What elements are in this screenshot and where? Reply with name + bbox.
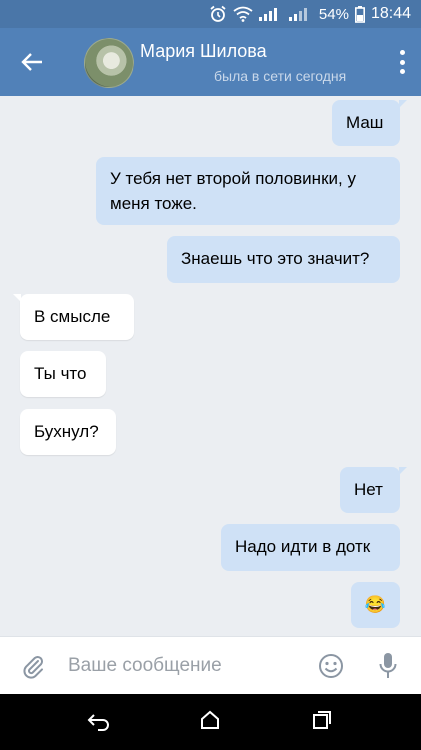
- wifi-icon: [233, 6, 253, 22]
- message-input[interactable]: [66, 650, 300, 682]
- more-options-button[interactable]: [397, 50, 407, 74]
- back-button[interactable]: [14, 46, 50, 78]
- message-text: У тебя нет второй половинки, у меня тоже…: [110, 169, 356, 213]
- status-bar: 54% 18:44: [0, 0, 421, 28]
- message-text: Маш: [346, 113, 384, 132]
- message-text: Знаешь что это значит?: [181, 249, 370, 268]
- more-vertical-icon: [399, 50, 405, 55]
- chat-header: Мария Шилова была в сети сегодня: [0, 28, 421, 96]
- message-outgoing[interactable]: Знаешь что это значит?: [167, 236, 400, 283]
- message-text: Надо идти в дотк: [235, 537, 371, 556]
- message-list[interactable]: Маш У тебя нет второй половинки, у меня …: [0, 96, 421, 636]
- message-outgoing[interactable]: Надо идти в дотк: [221, 524, 400, 571]
- message-incoming[interactable]: Бухнул?: [20, 409, 116, 455]
- message-outgoing[interactable]: Нет: [340, 467, 407, 513]
- contact-status: была в сети сегодня: [214, 68, 347, 84]
- alarm-icon: [210, 5, 226, 22]
- message-outgoing[interactable]: У тебя нет второй половинки, у меня тоже…: [96, 157, 400, 225]
- message-outgoing[interactable]: 😂: [351, 582, 400, 628]
- system-navigation-bar: [0, 694, 421, 750]
- nav-recent-icon[interactable]: [312, 710, 332, 730]
- back-arrow-icon: [21, 53, 42, 71]
- battery-icon: [354, 5, 365, 23]
- message-text: Ты что: [34, 364, 87, 383]
- message-composer: [0, 636, 421, 695]
- avatar[interactable]: [84, 38, 134, 88]
- signal-icon: [288, 8, 307, 21]
- nav-back-icon[interactable]: [86, 711, 110, 731]
- emoji-icon[interactable]: [318, 653, 344, 679]
- contact-name[interactable]: Мария Шилова: [140, 41, 267, 62]
- signal-icon: [258, 8, 277, 21]
- message-text: В смысле: [34, 307, 111, 326]
- message-outgoing[interactable]: Маш: [332, 100, 407, 146]
- battery-percent: 54%: [318, 5, 349, 23]
- message-text: Бухнул?: [34, 422, 99, 441]
- attach-icon[interactable]: [20, 653, 46, 679]
- message-text: Нет: [354, 480, 383, 499]
- message-incoming[interactable]: В смысле: [13, 294, 134, 340]
- message-incoming[interactable]: Ты что: [20, 351, 106, 397]
- nav-home-icon[interactable]: [200, 710, 220, 730]
- emoji-message: 😂: [364, 595, 387, 614]
- mic-icon[interactable]: [378, 652, 398, 680]
- clock: 18:44: [370, 5, 411, 22]
